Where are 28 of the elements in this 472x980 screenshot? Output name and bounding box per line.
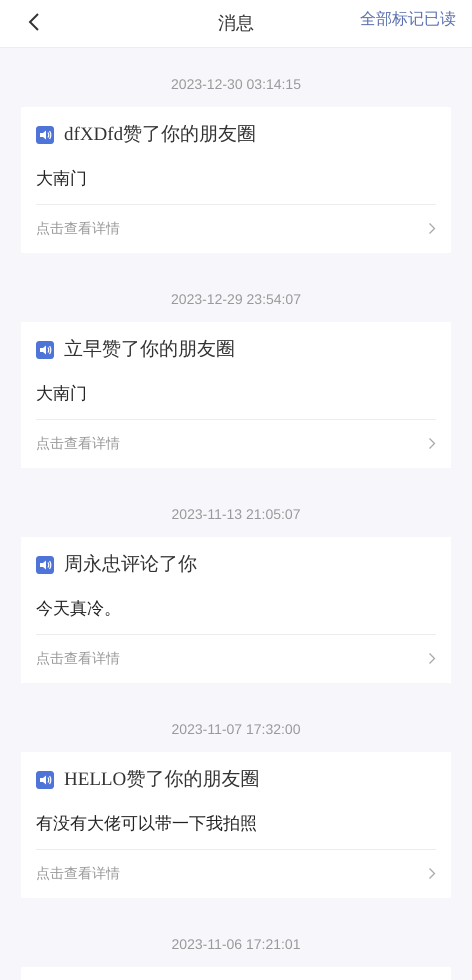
message-text: 今天真冷。 xyxy=(36,598,121,620)
speaker-icon xyxy=(36,556,54,574)
timestamp: 2023-11-13 21:05:07 xyxy=(172,504,300,524)
view-details-link[interactable]: 点击查看详情 xyxy=(36,419,436,467)
timestamp: 2023-12-30 03:14:15 xyxy=(171,74,301,94)
timestamp: 2023-12-29 23:54:07 xyxy=(171,290,301,308)
message-title: dfXDfd赞了你的朋友圈 xyxy=(64,122,256,147)
chevron-right-icon xyxy=(428,867,436,880)
timestamp: 2023-11-07 17:32:00 xyxy=(172,720,300,738)
message-title: 周永忠评论了你 xyxy=(64,552,197,577)
message-title: HELLO赞了你的朋友圈 xyxy=(64,768,260,792)
message-text: 有没有大佬可以带一下我拍照 xyxy=(36,813,257,836)
back-icon xyxy=(28,12,40,32)
speaker-icon xyxy=(36,341,54,359)
mark-all-read-button[interactable]: 全部标记已读 xyxy=(360,8,456,32)
speaker-icon xyxy=(36,771,54,789)
view-details-link[interactable]: 点击查看详情 xyxy=(36,204,436,252)
timestamp: 2023-11-06 17:21:01 xyxy=(172,934,300,954)
view-details-link[interactable]: 点击查看详情 xyxy=(36,849,436,897)
view-details-link[interactable]: 点击查看详情 xyxy=(36,634,436,682)
chevron-right-icon xyxy=(428,437,436,450)
message-text: 大南门 xyxy=(36,168,87,190)
speaker-icon xyxy=(36,126,54,144)
message-text: 大南门 xyxy=(36,383,87,406)
chevron-right-icon xyxy=(428,652,436,665)
message-title: 立早赞了你的朋友圈 xyxy=(64,338,235,362)
page-title: 消息 xyxy=(218,12,254,35)
chevron-right-icon xyxy=(428,222,436,235)
